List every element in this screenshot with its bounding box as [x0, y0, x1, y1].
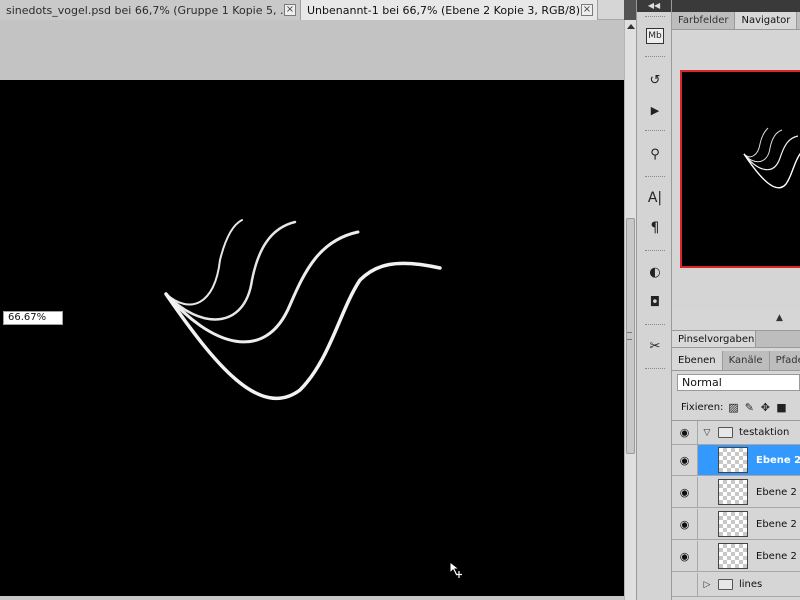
- blend-mode-select[interactable]: Normal: [677, 374, 800, 391]
- layer-name: testaktion: [739, 427, 790, 438]
- expand-triangle-icon[interactable]: ▽: [702, 428, 712, 438]
- lock-position-move-icon[interactable]: ✥: [759, 401, 771, 414]
- layer-row[interactable]: ◉ Ebene 2 K: [672, 509, 800, 540]
- history-icon[interactable]: ↺: [644, 70, 666, 90]
- photoshop-window: sinedots_vogel.psd bei 66,7% (Gruppe 1 K…: [0, 0, 800, 600]
- workspace: [0, 20, 624, 600]
- eye-icon[interactable]: ◉: [672, 509, 698, 539]
- pasteboard: [0, 20, 624, 80]
- lock-label: Fixieren:: [681, 401, 724, 413]
- layer-thumbnail: [718, 479, 748, 505]
- layer-group-row[interactable]: ◉ ▽ testaktion: [672, 421, 800, 445]
- eye-icon[interactable]: ◉: [672, 421, 698, 444]
- folder-icon: [718, 427, 733, 438]
- tab-kanaele[interactable]: Kanäle: [723, 351, 770, 370]
- scroll-grip-icon: [627, 332, 632, 340]
- dock-separator: [645, 56, 665, 58]
- layer-name: Ebene 2: [756, 550, 797, 562]
- masks-icon[interactable]: ◘: [644, 292, 666, 312]
- lock-pixels-brush-icon[interactable]: ✎: [743, 401, 755, 414]
- folder-icon: [718, 579, 733, 590]
- collapsed-panel-dock: ◀◀ Mb ↺ ▶ ⚲ A| ¶ ◐ ◘ ✂: [636, 0, 672, 600]
- move-cursor-icon: [449, 561, 462, 578]
- lock-all-icon[interactable]: ■: [775, 401, 787, 414]
- document-tab-unbenannt[interactable]: Unbenannt-1 bei 66,7% (Ebene 2 Kopie 3, …: [301, 0, 598, 20]
- vertical-scrollbar[interactable]: [624, 20, 636, 600]
- tab-navigator[interactable]: Navigator: [735, 12, 798, 29]
- document-tab-label: Unbenannt-1 bei 66,7% (Ebene 2 Kopie 3, …: [307, 3, 590, 17]
- navigator-panel-tabs: Farbfelder Navigator: [672, 12, 800, 30]
- collapse-icon[interactable]: ◀◀: [637, 0, 671, 12]
- layer-thumbnail: [718, 447, 748, 473]
- navigator-panel: [672, 30, 800, 310]
- brush-presets-panel-tabs: Pinselvorgaben: [672, 330, 800, 348]
- document-canvas[interactable]: [0, 80, 624, 596]
- layer-thumbnail: [718, 543, 748, 569]
- dock-separator: [645, 16, 665, 18]
- dock-separator: [645, 368, 665, 370]
- scroll-up-icon[interactable]: [627, 24, 635, 29]
- layers-panel-tabs: Ebenen Kanäle Pfade: [672, 351, 800, 371]
- collapse-triangle-icon[interactable]: ▷: [702, 580, 712, 590]
- panel-dock-header: [672, 0, 800, 12]
- dock-separator: [645, 324, 665, 326]
- actions-play-icon[interactable]: ▶: [644, 100, 666, 120]
- lock-transparency-icon[interactable]: ▨: [727, 401, 739, 414]
- layer-group-row[interactable]: ▷ lines: [672, 573, 800, 597]
- navigator-thumbnail: [743, 127, 800, 189]
- eye-hidden-icon[interactable]: [672, 573, 698, 596]
- layer-name: lines: [739, 579, 763, 590]
- stroke-1: [165, 219, 243, 306]
- dock-separator: [645, 130, 665, 132]
- character-icon[interactable]: A|: [644, 188, 666, 208]
- tool-presets-icon[interactable]: ✂: [644, 336, 666, 356]
- brush-strokes: [164, 219, 442, 401]
- document-tab-bar: sinedots_vogel.psd bei 66,7% (Gruppe 1 K…: [0, 0, 624, 20]
- layer-name: Ebene 2 K: [756, 518, 800, 530]
- tab-pinselvorgaben[interactable]: Pinselvorgaben: [672, 331, 756, 347]
- eye-icon[interactable]: ◉: [672, 541, 698, 571]
- lock-row: Fixieren: ▨ ✎ ✥ ■: [672, 398, 800, 416]
- layer-row[interactable]: ◉ Ebene 2: [672, 541, 800, 572]
- paragraph-icon[interactable]: ¶: [644, 218, 666, 238]
- dock-separator: [645, 250, 665, 252]
- layer-name: Ebene 2: [756, 454, 800, 466]
- close-icon[interactable]: ×: [284, 4, 296, 16]
- tab-ebenen[interactable]: Ebenen: [672, 351, 723, 370]
- layer-row[interactable]: ◉ Ebene 2: [672, 445, 800, 476]
- layer-row[interactable]: ◉ Ebene 2 K: [672, 477, 800, 508]
- close-icon[interactable]: ×: [581, 4, 593, 16]
- tab-farbfelder[interactable]: Farbfelder: [672, 12, 736, 29]
- navigator-zoom-field[interactable]: 66.67%: [3, 311, 63, 325]
- layers-list: ◉ ▽ testaktion ◉ Ebene 2 ◉ Ebene 2 K ◉: [672, 420, 800, 600]
- dock-separator: [645, 176, 665, 178]
- document-tab-label: sinedots_vogel.psd bei 66,7% (Gruppe 1 K…: [6, 3, 291, 17]
- eye-icon[interactable]: ◉: [672, 477, 698, 507]
- navigator-preview[interactable]: [680, 70, 800, 268]
- mini-bridge-icon[interactable]: Mb: [646, 28, 664, 44]
- zoom-out-icon[interactable]: ▲: [776, 313, 783, 323]
- clone-source-icon[interactable]: ⚲: [644, 144, 666, 164]
- eye-icon[interactable]: ◉: [672, 445, 698, 475]
- document-tab-sinedots[interactable]: sinedots_vogel.psd bei 66,7% (Gruppe 1 K…: [0, 0, 301, 20]
- layer-name: Ebene 2 K: [756, 486, 800, 498]
- tab-pfade[interactable]: Pfade: [770, 351, 800, 370]
- layer-thumbnail: [718, 511, 748, 537]
- adjustments-icon[interactable]: ◐: [644, 262, 666, 282]
